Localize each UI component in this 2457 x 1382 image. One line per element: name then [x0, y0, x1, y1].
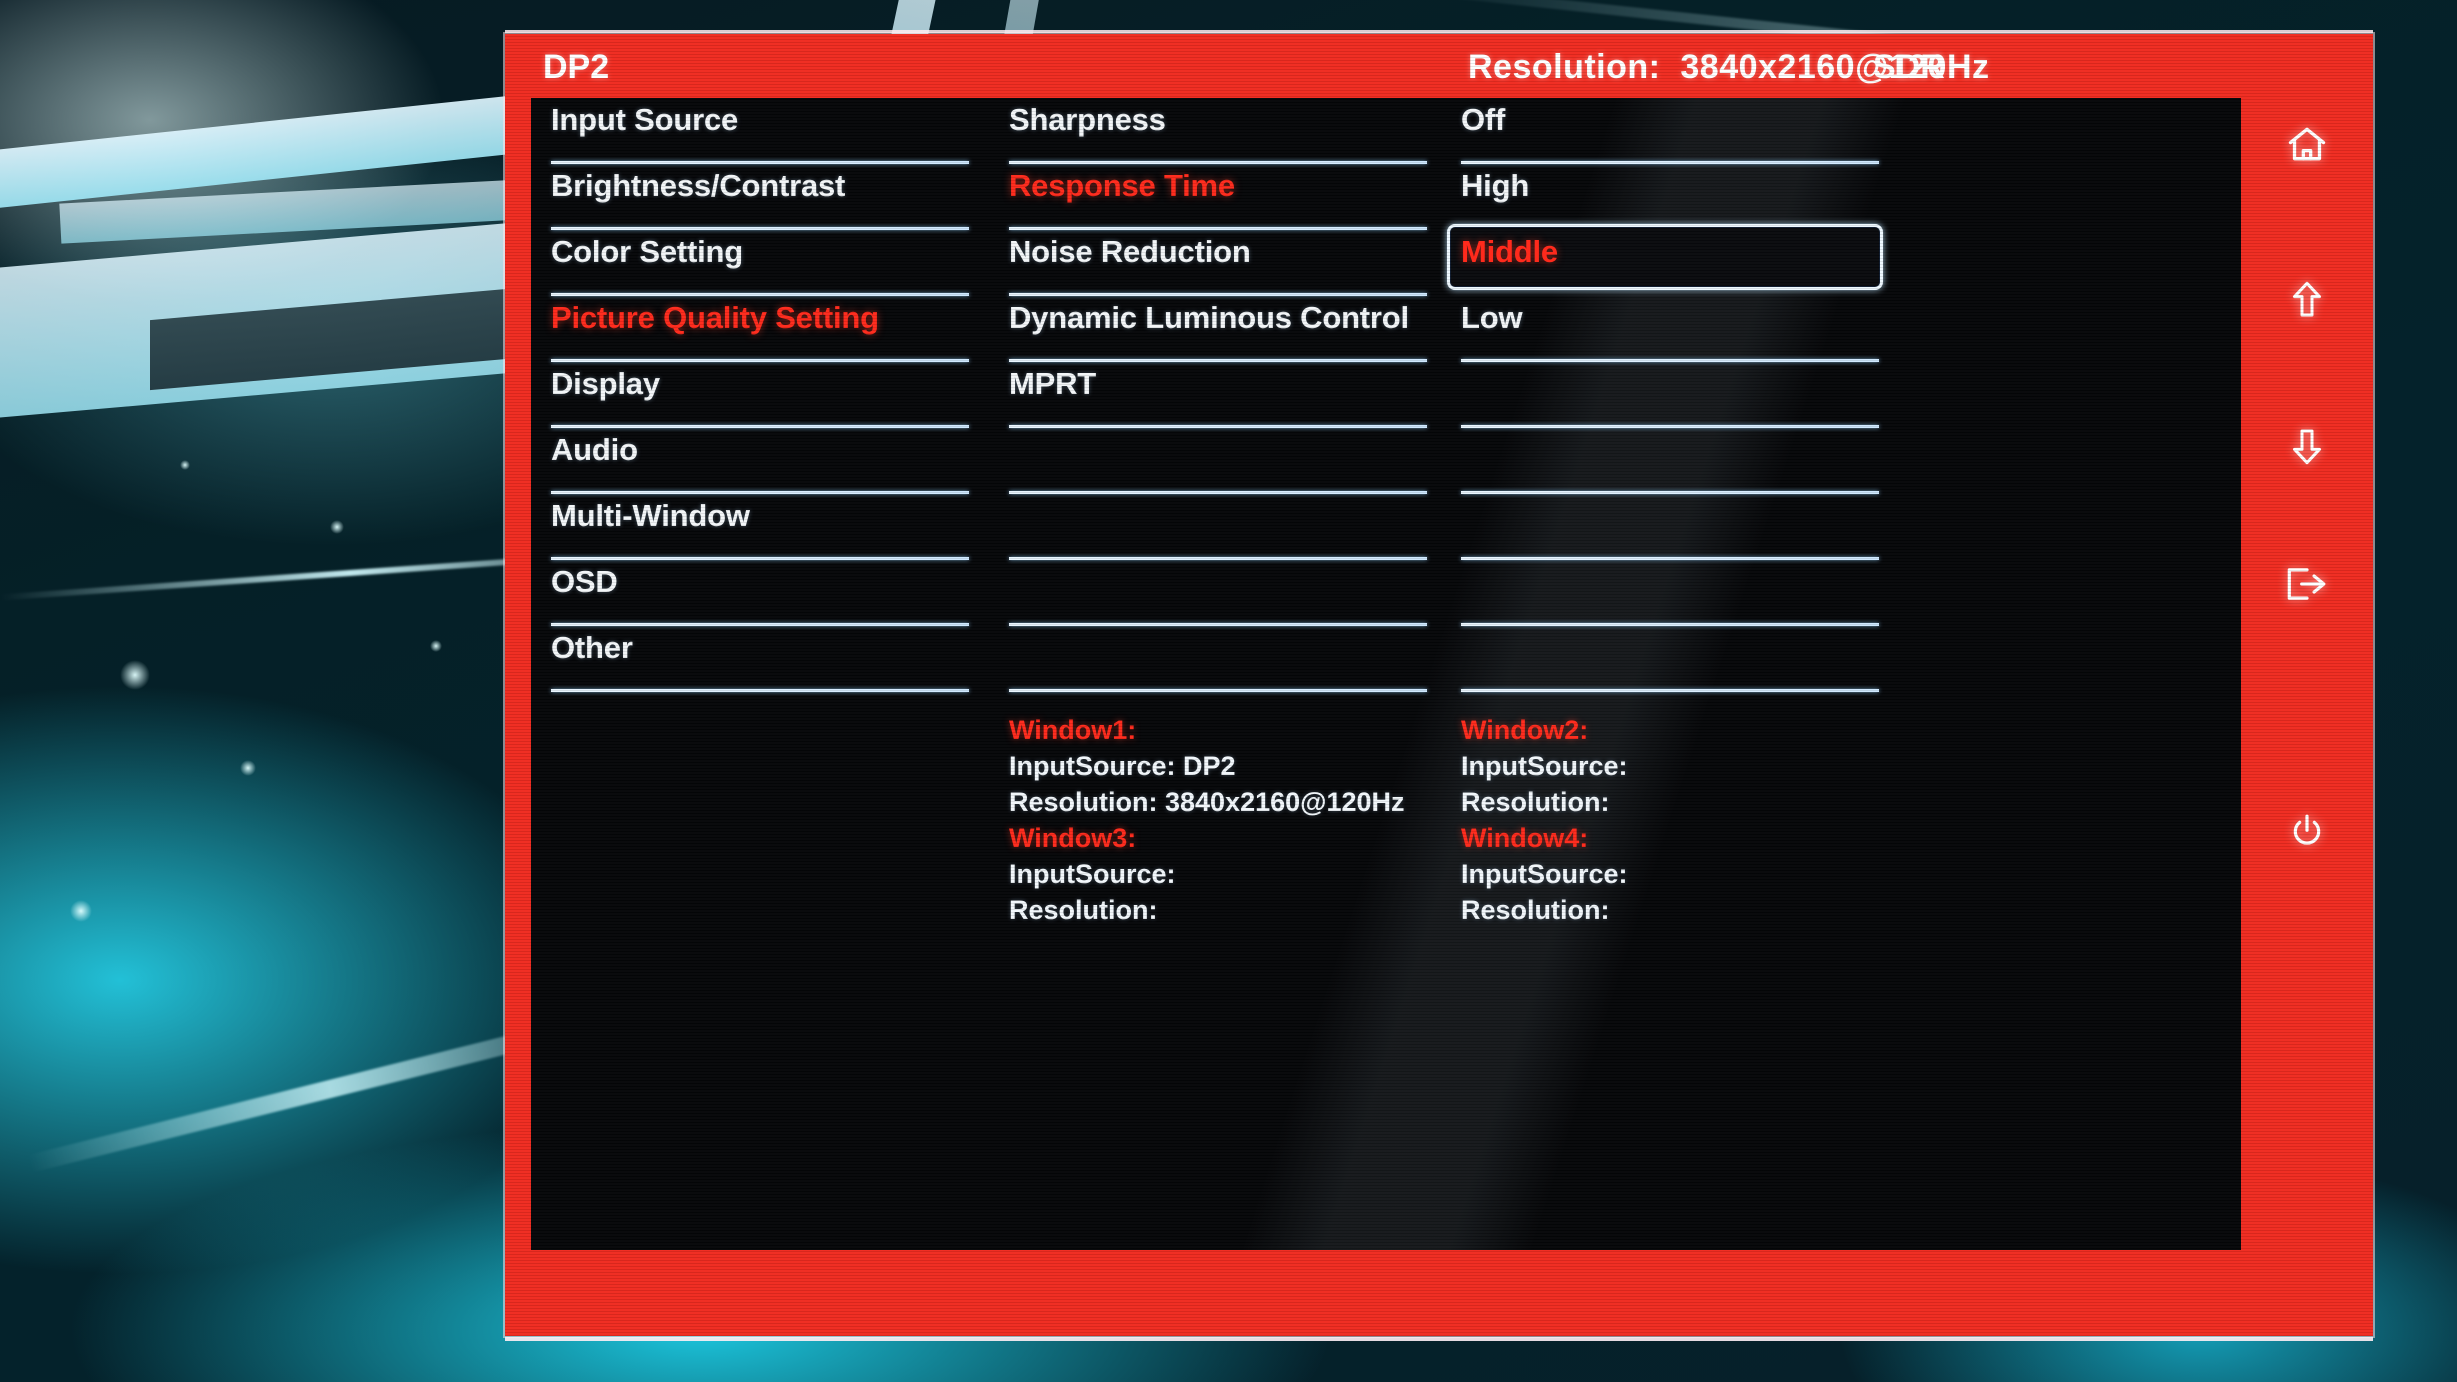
menu-item-multi-window[interactable]: Multi-Window	[551, 494, 981, 560]
window1-input: InputSource: DP2	[1009, 751, 1236, 781]
option-item-empty	[1461, 560, 1891, 626]
window-info-right: Window2: InputSource: Resolution: Window…	[1461, 712, 1628, 928]
menu-item-brightness-contrast[interactable]: Brightness/Contrast	[551, 164, 981, 230]
submenu-item-label: Sharpness	[1009, 102, 1166, 137]
arrow-up-icon	[2287, 278, 2327, 327]
osd-header: DP2 Resolution: 3840x2160@120Hz SDR	[505, 34, 2373, 98]
option-item-label: Off	[1461, 102, 1506, 137]
window4-input: InputSource:	[1461, 859, 1628, 889]
submenu-item-label: Response Time	[1009, 168, 1235, 203]
menu-item-picture-quality-setting[interactable]: Picture Quality Setting	[551, 296, 981, 362]
window3-resolution: Resolution:	[1009, 895, 1158, 925]
window3-title: Window3:	[1009, 823, 1137, 853]
submenu-item-label: MPRT	[1009, 366, 1097, 401]
option-item-label: Middle	[1461, 234, 1558, 269]
submenu-item-sharpness[interactable]: Sharpness	[1009, 98, 1439, 164]
menu-item-other[interactable]: Other	[551, 626, 981, 692]
bg-shape	[240, 760, 256, 776]
window-info-left: Window1: InputSource: DP2 Resolution: 38…	[1009, 712, 1405, 928]
menu-item-label: Input Source	[551, 102, 739, 137]
window4-resolution: Resolution:	[1461, 895, 1610, 925]
menu-item-display[interactable]: Display	[551, 362, 981, 428]
option-item-label: Low	[1461, 300, 1523, 335]
menu-item-label: Display	[551, 366, 660, 401]
home-button[interactable]	[2241, 108, 2373, 184]
submenu-item-label: Noise Reduction	[1009, 234, 1251, 269]
power-icon	[2287, 812, 2327, 857]
up-button[interactable]	[2241, 264, 2373, 340]
bg-shape	[180, 460, 190, 470]
menu-item-label: Color Setting	[551, 234, 743, 269]
panel-top-edge	[505, 30, 2373, 33]
row-separator	[551, 689, 969, 692]
resolution-label: Resolution:	[1468, 48, 1661, 86]
submenu-item-noise-reduction[interactable]: Noise Reduction	[1009, 230, 1439, 296]
option-item-middle[interactable]: Middle	[1447, 224, 1891, 296]
menu-item-label: Audio	[551, 432, 638, 467]
menu-column: Input Source Brightness/Contrast Color S…	[551, 98, 981, 692]
option-item-low[interactable]: Low	[1461, 296, 1891, 362]
osd-panel: DP2 Resolution: 3840x2160@120Hz SDR Inpu…	[505, 30, 2373, 1341]
menu-item-color-setting[interactable]: Color Setting	[551, 230, 981, 296]
option-item-empty	[1461, 428, 1891, 494]
hdr-mode-badge: SDR	[1873, 48, 1945, 86]
home-icon	[2285, 122, 2329, 171]
option-item-high[interactable]: High	[1461, 164, 1891, 230]
window2-resolution: Resolution:	[1461, 787, 1610, 817]
exit-button[interactable]	[2241, 548, 2373, 624]
window2-input: InputSource:	[1461, 751, 1628, 781]
menu-item-label: Picture Quality Setting	[551, 300, 879, 335]
osd-content: Input Source Brightness/Contrast Color S…	[531, 98, 2241, 1250]
bg-shape	[330, 520, 344, 534]
window2-title: Window2:	[1461, 715, 1589, 745]
submenu-column: Sharpness Response Time Noise Reduction …	[1009, 98, 1439, 692]
option-item-empty	[1461, 626, 1891, 692]
window3-input: InputSource:	[1009, 859, 1176, 889]
menu-item-osd[interactable]: OSD	[551, 560, 981, 626]
row-separator	[1009, 689, 1427, 692]
menu-item-audio[interactable]: Audio	[551, 428, 981, 494]
exit-icon	[2284, 564, 2330, 609]
bg-shape	[120, 660, 150, 690]
option-column: Off High Middle Low	[1447, 98, 1891, 692]
submenu-item-dynamic-luminous-control[interactable]: Dynamic Luminous Control	[1009, 296, 1439, 362]
input-source-badge: DP2	[543, 48, 610, 86]
option-item-off[interactable]: Off	[1461, 98, 1891, 164]
power-button[interactable]	[2241, 796, 2373, 872]
option-item-empty	[1461, 362, 1891, 428]
osd-button-rail	[2241, 98, 2373, 1328]
option-item-label: High	[1461, 168, 1530, 203]
arrow-down-icon	[2287, 424, 2327, 473]
menu-item-label: Multi-Window	[551, 498, 750, 533]
submenu-item-response-time[interactable]: Response Time	[1009, 164, 1439, 230]
submenu-item-empty	[1009, 428, 1439, 494]
submenu-item-mprt[interactable]: MPRT	[1009, 362, 1439, 428]
window1-title: Window1:	[1009, 715, 1137, 745]
window4-title: Window4:	[1461, 823, 1589, 853]
submenu-item-empty	[1009, 494, 1439, 560]
menu-item-input-source[interactable]: Input Source	[551, 98, 981, 164]
submenu-item-empty	[1009, 626, 1439, 692]
option-item-empty	[1461, 494, 1891, 560]
menu-item-label: Other	[551, 630, 633, 665]
bg-shape	[70, 900, 92, 922]
menu-item-label: OSD	[551, 564, 618, 599]
submenu-item-label: Dynamic Luminous Control	[1009, 300, 1409, 335]
panel-bottom-edge	[505, 1337, 2373, 1341]
submenu-item-empty	[1009, 560, 1439, 626]
row-separator	[1461, 689, 1879, 692]
menu-item-label: Brightness/Contrast	[551, 168, 846, 203]
down-button[interactable]	[2241, 410, 2373, 486]
window1-resolution: Resolution: 3840x2160@120Hz	[1009, 787, 1405, 817]
bg-shape	[430, 640, 442, 652]
